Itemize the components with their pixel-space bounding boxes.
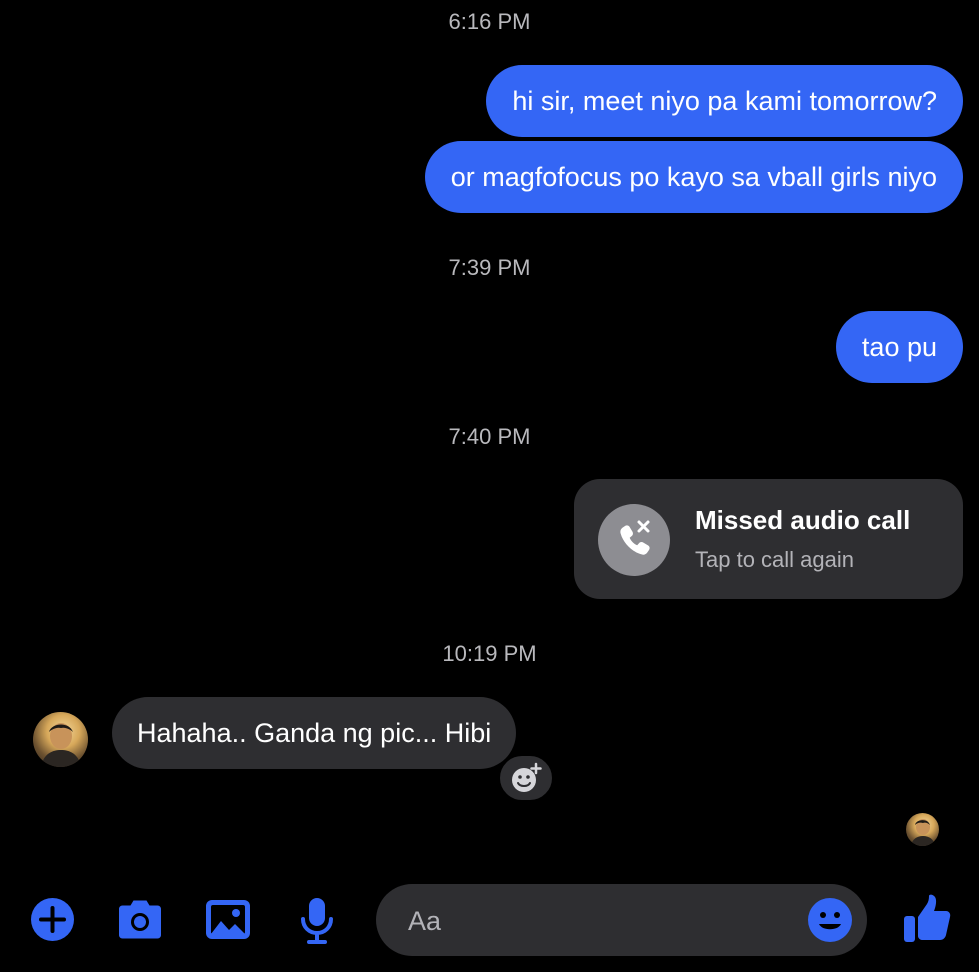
add-button[interactable] xyxy=(30,897,75,947)
camera-button[interactable] xyxy=(115,897,165,947)
message-composer[interactable] xyxy=(376,884,867,958)
thumbs-up-icon xyxy=(904,894,951,942)
missed-call-card[interactable]: Missed audio call Tap to call again xyxy=(574,479,963,599)
image-icon xyxy=(206,900,250,939)
gallery-button[interactable] xyxy=(204,897,252,947)
like-button[interactable] xyxy=(902,893,952,950)
timestamp: 7:39 PM xyxy=(448,255,531,280)
contact-avatar[interactable] xyxy=(33,712,88,767)
voice-button[interactable] xyxy=(298,895,336,950)
plus-circle-icon xyxy=(31,898,74,941)
missed-call-subtitle: Tap to call again xyxy=(695,547,854,572)
timestamp: 7:40 PM xyxy=(448,424,531,449)
camera-icon xyxy=(119,900,161,939)
emoji-button[interactable] xyxy=(807,897,853,948)
seen-avatar xyxy=(906,813,939,846)
outgoing-message[interactable]: or magfofocus po kayo sa vball girls niy… xyxy=(424,141,963,213)
smiley-icon xyxy=(808,898,852,942)
outgoing-message[interactable]: tao pu xyxy=(835,311,963,383)
timestamp: 6:16 PM xyxy=(448,9,531,34)
add-reaction-button[interactable] xyxy=(497,753,555,803)
chat-screen: 6:16 PM hi sir, meet niyo pa kami tomorr… xyxy=(0,0,979,972)
microphone-icon xyxy=(301,898,333,944)
missed-call-title: Missed audio call xyxy=(695,505,911,535)
add-reaction-icon xyxy=(512,762,542,792)
message-input[interactable] xyxy=(406,884,790,958)
outgoing-message[interactable]: hi sir, meet niyo pa kami tomorrow? xyxy=(486,65,963,137)
missed-call-icon xyxy=(598,504,670,576)
incoming-message[interactable]: Hahaha.. Ganda ng pic... Hibi xyxy=(112,697,517,769)
timestamp: 10:19 PM xyxy=(442,641,537,666)
